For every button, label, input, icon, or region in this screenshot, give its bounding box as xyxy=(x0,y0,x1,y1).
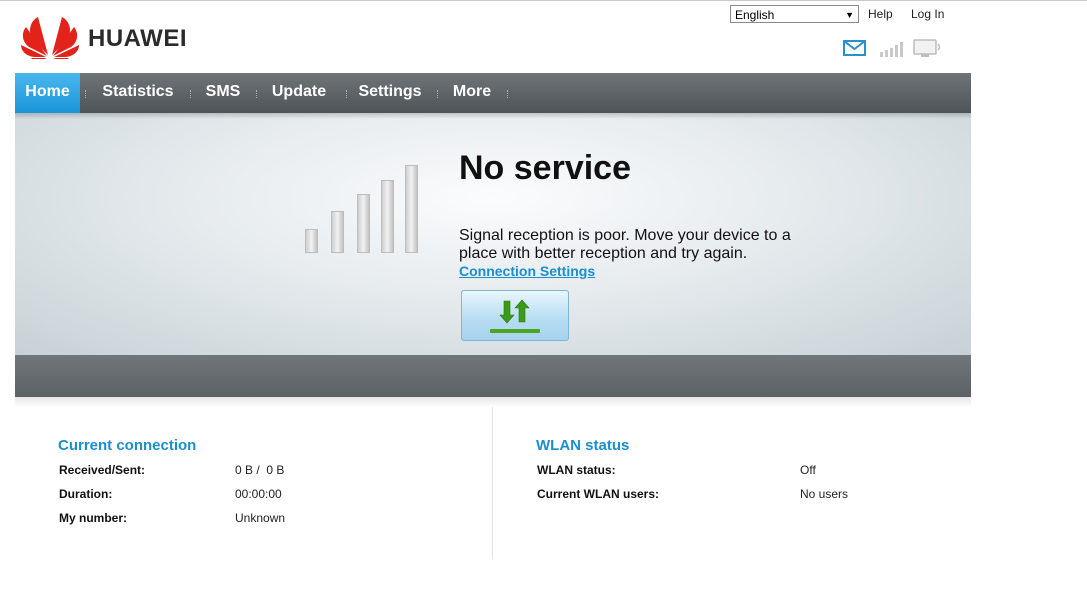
connect-arrows-icon xyxy=(490,299,540,333)
nav-separator xyxy=(437,90,439,98)
main-nav: Home Statistics SMS Update Settings More xyxy=(15,73,971,113)
login-link[interactable]: Log In xyxy=(911,7,944,21)
header: HUAWEI English ▼ Help Log In xyxy=(15,1,971,73)
duration-value: 00:00:00 xyxy=(235,487,282,501)
wlan-status-title: WLAN status xyxy=(536,437,630,454)
wlan-users-label: Current WLAN users: xyxy=(537,487,660,501)
nav-settings[interactable]: Settings xyxy=(353,73,427,113)
signal-strength-icon xyxy=(879,41,907,62)
help-link[interactable]: Help xyxy=(868,7,893,21)
nav-home[interactable]: Home xyxy=(15,73,80,113)
wlan-users-value: No users xyxy=(800,487,849,501)
huawei-logo[interactable]: HUAWEI xyxy=(20,15,200,59)
connect-button[interactable] xyxy=(461,290,569,341)
status-title: No service xyxy=(459,149,631,187)
mail-icon[interactable] xyxy=(843,39,867,62)
connection-status-panel: No service Signal reception is poor. Mov… xyxy=(15,113,971,355)
nav-separator xyxy=(256,90,258,98)
brand-name: HUAWEI xyxy=(88,25,187,52)
status-band xyxy=(15,355,971,397)
my-number-label: My number: xyxy=(59,511,128,525)
signal-bar xyxy=(357,194,370,253)
received-sent-value: 0 B / 0 B xyxy=(235,463,285,477)
page: HUAWEI English ▼ Help Log In Home Statis… xyxy=(15,1,971,591)
nav-separator xyxy=(190,90,192,98)
wlan-status-value: Off xyxy=(800,463,816,477)
band-shadow xyxy=(15,397,971,407)
duration-label: Duration: xyxy=(59,487,113,501)
chevron-down-icon: ▼ xyxy=(845,10,854,20)
nav-separator xyxy=(507,90,509,98)
no-signal-graphic xyxy=(305,161,425,253)
signal-bar xyxy=(381,180,394,253)
received-sent-label: Received/Sent: xyxy=(59,463,146,477)
nav-statistics[interactable]: Statistics xyxy=(93,73,183,113)
nav-separator xyxy=(85,90,87,98)
connection-status-icon xyxy=(913,39,943,64)
nav-more[interactable]: More xyxy=(446,73,498,113)
hero-shadow xyxy=(15,113,971,119)
status-icons xyxy=(843,39,953,61)
signal-bar xyxy=(331,211,344,253)
connection-settings-link[interactable]: Connection Settings xyxy=(459,263,595,279)
signal-bar xyxy=(405,165,418,253)
language-value: English xyxy=(735,8,775,22)
status-message: Signal reception is poor. Move your devi… xyxy=(459,227,791,262)
nav-sms[interactable]: SMS xyxy=(198,73,248,113)
nav-separator xyxy=(346,90,348,98)
huawei-flower-icon xyxy=(21,17,79,59)
my-number-value: Unknown xyxy=(235,511,286,525)
wlan-status-label: WLAN status: xyxy=(537,463,616,477)
nav-update[interactable]: Update xyxy=(264,73,334,113)
panel-divider xyxy=(492,407,493,559)
signal-bar xyxy=(305,229,318,253)
current-connection-title: Current connection xyxy=(58,437,197,454)
language-select[interactable]: English ▼ xyxy=(730,5,859,23)
